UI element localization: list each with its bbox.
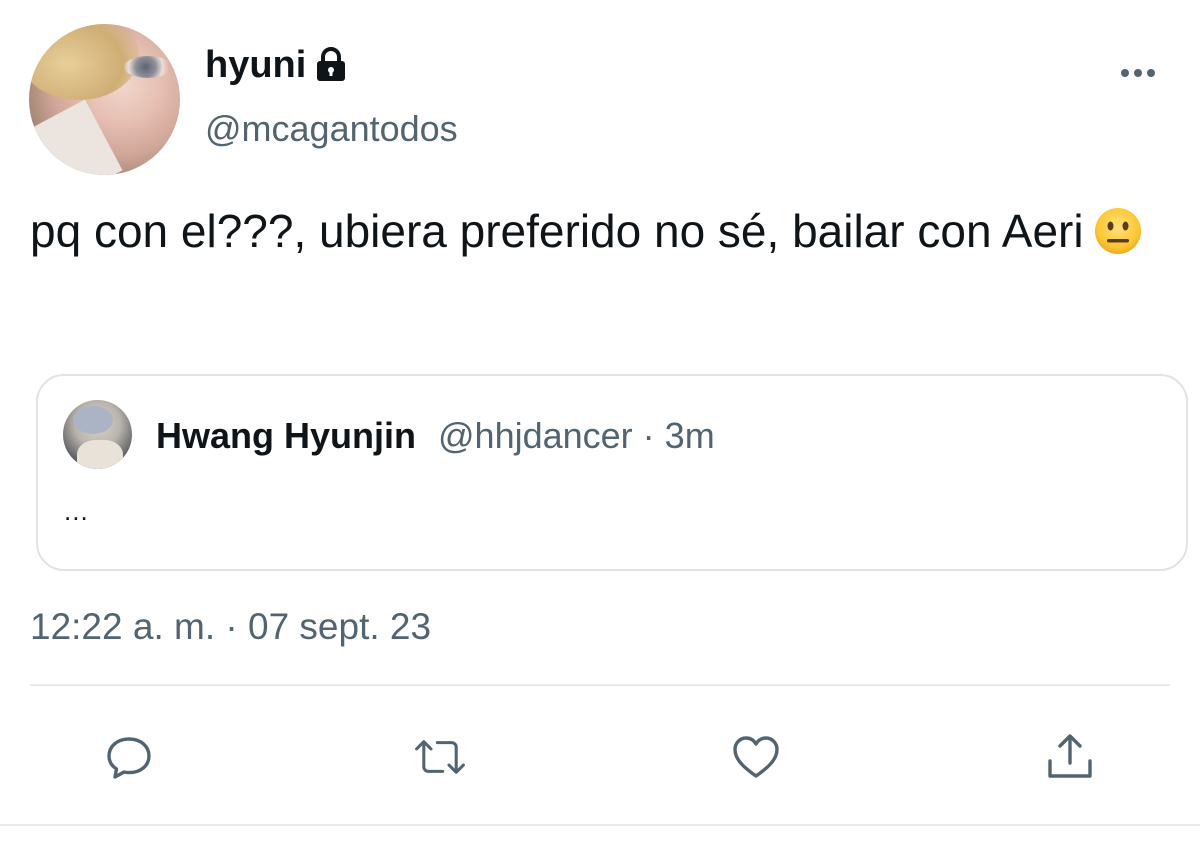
lock-icon [314, 46, 348, 84]
reply-button[interactable] [102, 730, 156, 784]
quoted-avatar-body [77, 440, 123, 469]
quoted-separator: · [642, 415, 655, 456]
tweet-body: pq con el???, ubiera preferido no sé, ba… [30, 196, 1190, 266]
retweet-icon [415, 740, 465, 774]
quoted-tweet-card[interactable]: Hwang Hyunjin @hhjdancer · 3m ... [36, 374, 1188, 571]
user-avatar[interactable] [29, 24, 180, 175]
quoted-time: 3m [664, 415, 715, 456]
neutral-face-emoji [1094, 204, 1142, 254]
quoted-user-avatar[interactable] [63, 400, 132, 469]
avatar-hair [29, 24, 139, 100]
quoted-author-name[interactable]: Hwang Hyunjin [156, 415, 416, 456]
quoted-avatar-hair [73, 406, 113, 434]
tweet-timestamp[interactable]: 12:22 a. m. · 07 sept. 23 [30, 604, 431, 650]
reply-icon [107, 737, 151, 779]
author-display-name[interactable]: hyuni [205, 42, 306, 88]
quoted-tweet-header: Hwang Hyunjin @hhjdancer · 3m [156, 414, 715, 458]
avatar-eye [124, 56, 172, 78]
avatar-collar [29, 99, 123, 175]
tweet-detail: hyuni @mcagantodos pq con el???, ubiera … [0, 0, 1200, 843]
author-display-name-row[interactable]: hyuni [205, 42, 348, 88]
like-icon [733, 736, 779, 778]
share-icon [1048, 734, 1092, 778]
share-button[interactable] [1043, 730, 1097, 784]
quoted-author-handle[interactable]: @hhjdancer [438, 415, 633, 456]
author-handle[interactable]: @mcagantodos [205, 107, 458, 151]
like-button[interactable] [729, 730, 783, 784]
quoted-tweet-text: ... [64, 496, 89, 526]
bottom-divider [0, 824, 1200, 826]
more-options-icon[interactable] [1117, 58, 1163, 88]
divider [30, 684, 1170, 686]
retweet-button[interactable] [413, 730, 467, 784]
tweet-text: pq con el???, ubiera preferido no sé, ba… [30, 205, 1084, 257]
